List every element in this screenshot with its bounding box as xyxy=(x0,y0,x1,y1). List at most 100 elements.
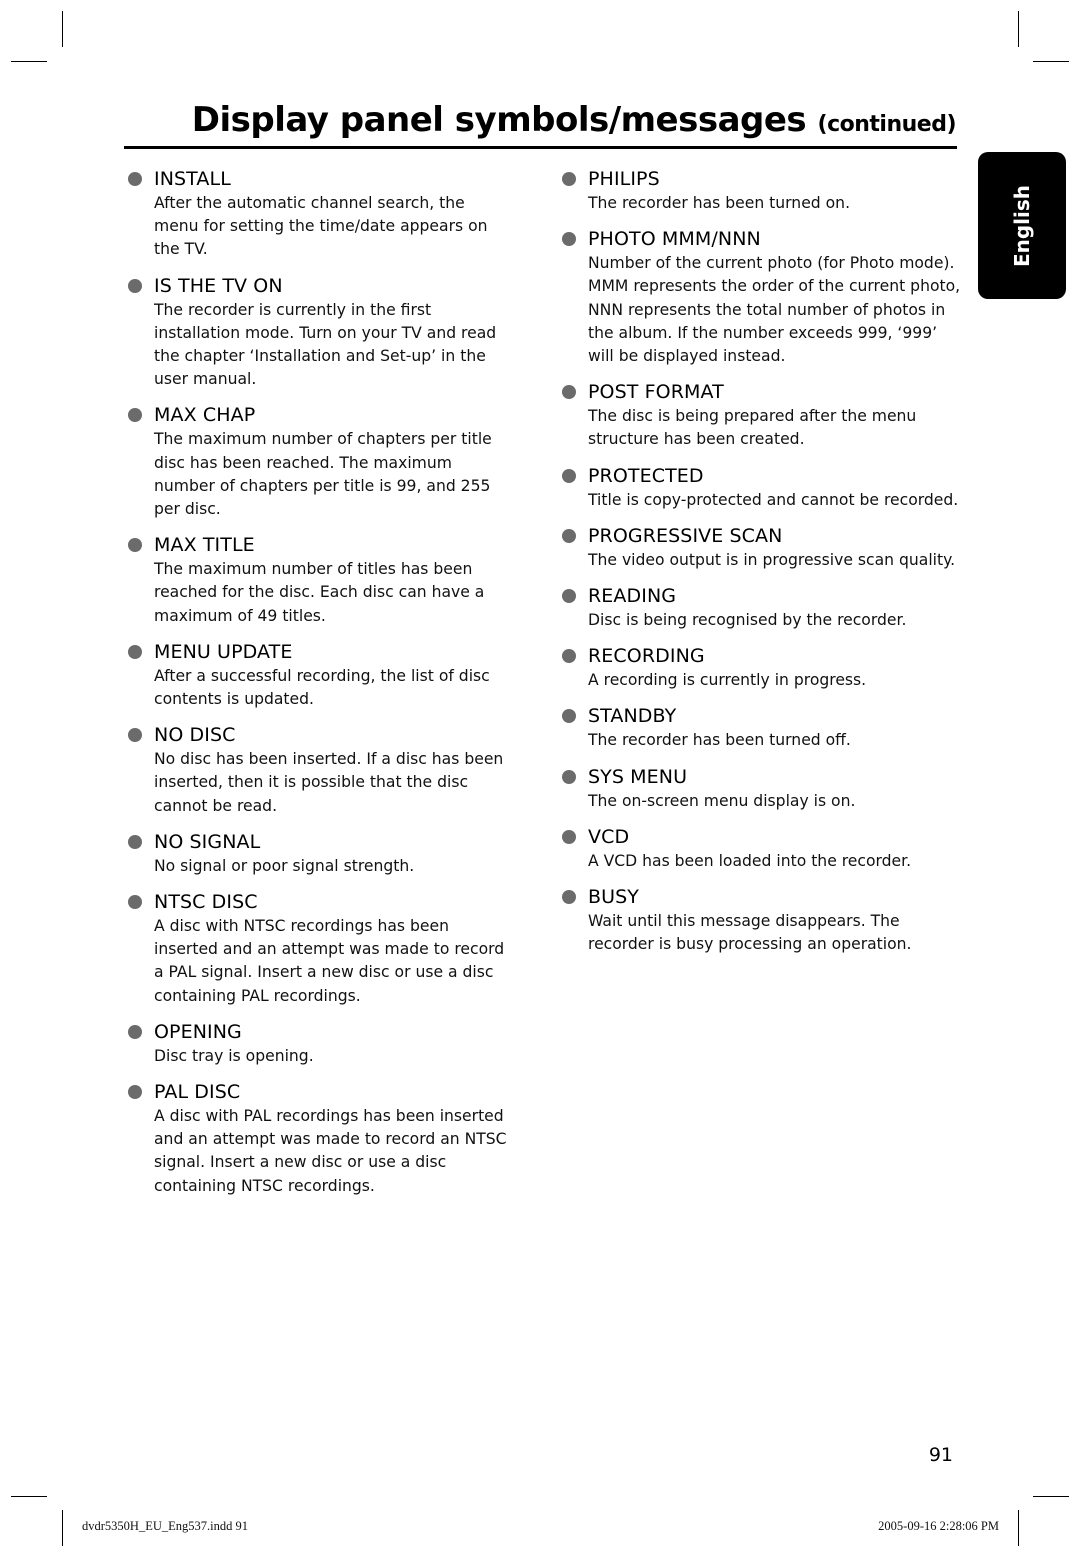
message-item: NTSC DISC A disc with NTSC recordings has… xyxy=(127,889,507,1008)
message-description: The disc is being prepared after the men… xyxy=(588,407,917,449)
message-title: INSTALL xyxy=(154,168,231,190)
language-tab-label: English xyxy=(1010,184,1034,267)
message-item: MENU UPDATE After a successful recording,… xyxy=(127,639,507,711)
crop-mark xyxy=(11,61,47,62)
footer-timestamp: 2005-09-16 2:28:06 PM xyxy=(878,1519,999,1533)
bullet-icon xyxy=(128,1085,142,1100)
message-title: VCD xyxy=(588,825,630,848)
message-item: MAX TITLE The maximum number of titles ha… xyxy=(127,532,507,628)
message-item: PROTECTED Title is copy-protected and can… xyxy=(561,463,961,512)
message-title: MAX TITLE xyxy=(154,534,255,557)
bullet-icon xyxy=(562,589,576,604)
message-description: Disc tray is opening. xyxy=(154,1046,314,1065)
message-description: A disc with PAL recordings has been inse… xyxy=(154,1107,507,1195)
message-title: OPENING xyxy=(154,1020,242,1043)
message-title: NTSC DISC xyxy=(154,891,258,914)
message-title: MENU UPDATE xyxy=(154,640,293,663)
message-item: PROGRESSIVE SCAN The video output is in p… xyxy=(561,523,961,572)
message-item: POST FORMAT The disc is being prepared af… xyxy=(561,379,961,451)
bullet-icon xyxy=(562,468,576,483)
bullet-icon xyxy=(562,769,576,784)
message-item: IS THE TV ON The recorder is currently in… xyxy=(127,273,507,392)
message-title: PHILIPS xyxy=(588,168,660,190)
message-description: Number of the current photo (for Photo m… xyxy=(588,254,961,366)
bullet-icon xyxy=(562,890,576,905)
message-item: OPENING Disc tray is opening. xyxy=(127,1019,507,1068)
bullet-icon xyxy=(128,408,142,423)
message-title: POST FORMAT xyxy=(588,381,724,404)
bullet-icon xyxy=(128,728,142,743)
message-description: Title is copy-protected and cannot be re… xyxy=(588,490,959,509)
crop-mark xyxy=(1033,1496,1069,1497)
bullet-icon xyxy=(562,829,576,844)
message-description: Disc is being recognised by the recorder… xyxy=(588,611,907,630)
message-item: PHILIPS The recorder has been turned on. xyxy=(561,166,961,215)
message-title: SYS MENU xyxy=(588,765,688,788)
message-title: PROTECTED xyxy=(588,464,704,487)
left-column: INSTALL After the automatic channel searc… xyxy=(127,166,507,1209)
bullet-icon xyxy=(562,232,576,247)
message-item: STANDBY The recorder has been turned off. xyxy=(561,703,961,752)
message-item: BUSY Wait until this message disappears. … xyxy=(561,884,961,956)
message-description: A recording is currently in progress. xyxy=(588,671,867,690)
message-description: The recorder has been turned off. xyxy=(588,731,851,750)
message-description: A disc with NTSC recordings has been ins… xyxy=(154,917,505,1005)
message-description: The recorder has been turned on. xyxy=(588,194,851,212)
bullet-icon xyxy=(562,172,576,186)
right-column: PHILIPS The recorder has been turned on. P… xyxy=(561,166,961,967)
message-description: No signal or poor signal strength. xyxy=(154,856,415,875)
message-item: NO DISC No disc has been inserted. If a d… xyxy=(127,722,507,818)
message-description: Wait until this message disappears. The … xyxy=(588,912,912,954)
message-title: NO DISC xyxy=(154,724,236,747)
bullet-icon xyxy=(128,172,142,186)
message-item: MAX CHAP The maximum number of chapters p… xyxy=(127,402,507,521)
bullet-icon xyxy=(128,834,142,849)
message-item: PHOTO MMM/NNN Number of the current photo… xyxy=(561,226,961,368)
bullet-icon xyxy=(562,709,576,724)
crop-mark xyxy=(1018,1510,1019,1546)
footer-file-info: dvdr5350H_EU_Eng537.indd 91 xyxy=(82,1519,248,1533)
message-title: IS THE TV ON xyxy=(154,274,283,297)
message-item: PAL DISC A disc with PAL recordings has b… xyxy=(127,1079,507,1198)
message-title: BUSY xyxy=(588,886,640,909)
bullet-icon xyxy=(562,528,576,543)
message-description: After the automatic channel search, the … xyxy=(154,194,488,259)
crop-mark xyxy=(62,11,63,47)
page-title: Display panel symbols/messages (continue… xyxy=(191,100,957,140)
crop-mark xyxy=(11,1496,47,1497)
crop-mark xyxy=(62,1510,63,1546)
message-title: NO SIGNAL xyxy=(154,830,261,853)
message-description: The video output is in progressive scan … xyxy=(588,550,956,569)
message-item: SYS MENU The on-screen menu display is on… xyxy=(561,764,961,813)
page-number: 91 xyxy=(928,1444,953,1466)
message-title: MAX CHAP xyxy=(154,404,256,427)
bullet-icon xyxy=(128,644,142,659)
message-title: READING xyxy=(588,585,677,608)
title-divider xyxy=(124,146,957,149)
message-title: PROGRESSIVE SCAN xyxy=(588,524,783,547)
page-title-suffix: (continued) xyxy=(817,112,957,137)
bullet-icon xyxy=(562,649,576,664)
message-description: A VCD has been loaded into the recorder. xyxy=(588,851,912,870)
bullet-icon xyxy=(128,278,142,293)
message-item: VCD A VCD has been loaded into the record… xyxy=(561,824,961,873)
crop-mark xyxy=(1033,61,1069,62)
message-description: The recorder is currently in the first i… xyxy=(154,300,497,389)
message-description: The on-screen menu display is on. xyxy=(588,791,856,810)
message-title: PAL DISC xyxy=(154,1081,241,1104)
bullet-icon xyxy=(128,895,142,910)
language-tab: English xyxy=(978,152,1066,299)
message-description: The maximum number of chapters per title… xyxy=(154,430,492,519)
message-description: No disc has been inserted. If a disc has… xyxy=(154,750,504,815)
bullet-icon xyxy=(128,1024,142,1039)
message-item: RECORDING A recording is currently in pro… xyxy=(561,643,961,692)
bullet-icon xyxy=(128,538,142,553)
message-item: NO SIGNAL No signal or poor signal streng… xyxy=(127,829,507,878)
message-item: INSTALL After the automatic channel searc… xyxy=(127,166,507,262)
message-title: STANDBY xyxy=(588,705,677,728)
message-description: After a successful recording, the list o… xyxy=(154,666,490,709)
message-title: PHOTO MMM/NNN xyxy=(588,228,761,251)
message-item: READING Disc is being recognised by the r… xyxy=(561,583,961,632)
message-description: The maximum number of titles has been re… xyxy=(154,560,485,625)
page-title-text: Display panel symbols/messages xyxy=(191,100,807,140)
